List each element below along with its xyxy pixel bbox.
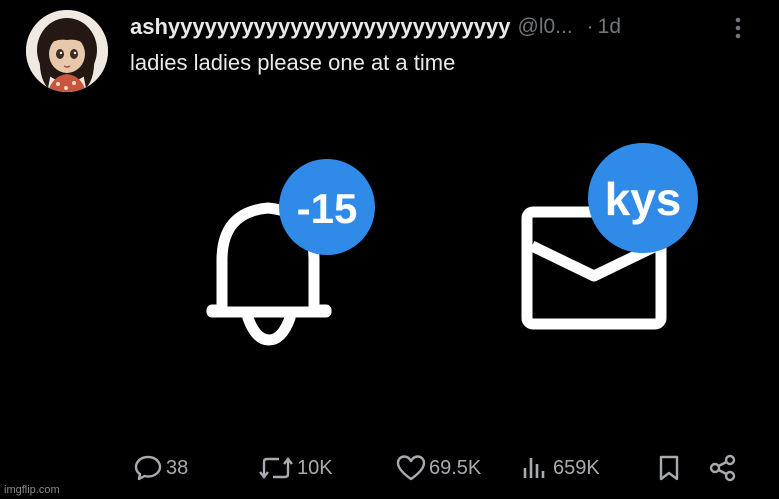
bookmark-icon [659, 455, 679, 481]
post-time[interactable]: 1d [598, 15, 621, 39]
repost-icon [259, 457, 293, 479]
author-handle[interactable]: @l0... [518, 15, 573, 39]
author-name[interactable]: ashyyyyyyyyyyyyyyyyyyyyyyyyyyyy [130, 14, 511, 40]
action-bar: 38 10K 69.5K 659K [0, 450, 779, 486]
post-header: ashyyyyyyyyyyyyyyyyyyyyyyyyyyyy @l0... ·… [130, 12, 749, 42]
like-button[interactable]: 69.5K [396, 450, 481, 486]
like-count: 69.5K [429, 456, 482, 479]
reply-icon [134, 455, 162, 481]
messages-badge-label: kys [605, 173, 682, 225]
reply-button[interactable]: 38 [133, 450, 188, 486]
messages-badge: kys [588, 143, 698, 253]
views-count: 659K [553, 456, 600, 479]
watermark: imgflip.com [4, 484, 60, 496]
reply-count: 38 [166, 456, 189, 479]
post-media[interactable]: -15 kys [0, 100, 779, 450]
share-button[interactable] [708, 450, 741, 486]
post-text: ladies ladies please one at a time [130, 50, 456, 75]
separator-dot: · [586, 15, 594, 38]
repost-count: 10K [297, 456, 333, 479]
media-image: -15 kys [206, 143, 698, 346]
notification-badge: -15 [279, 159, 375, 255]
notification-badge-label: -15 [297, 185, 358, 232]
avatar[interactable] [26, 10, 108, 92]
doll-avatar-image [26, 10, 108, 92]
views-button[interactable]: 659K [520, 450, 600, 486]
repost-button[interactable]: 10K [258, 450, 333, 486]
post: ashyyyyyyyyyyyyyyyyyyyyyyyyyyyy @l0... ·… [0, 0, 779, 499]
heart-icon [396, 455, 426, 481]
bookmark-button[interactable] [656, 450, 685, 486]
share-icon [709, 454, 736, 482]
more-options-icon[interactable] [731, 16, 745, 40]
views-chart-icon [523, 458, 545, 478]
